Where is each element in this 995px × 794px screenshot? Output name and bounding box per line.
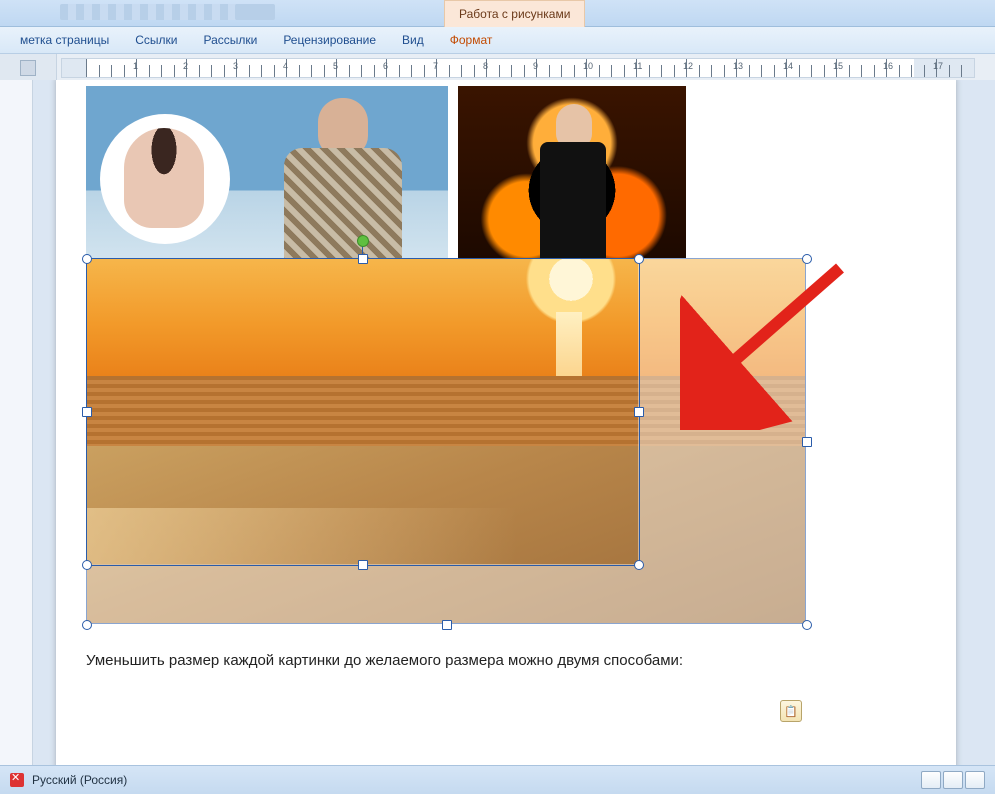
tab-review[interactable]: Рецензирование <box>283 33 376 47</box>
ruler-number: 7 <box>433 61 438 71</box>
ruler-number: 11 <box>633 61 642 71</box>
resize-handle-n[interactable] <box>358 254 368 264</box>
resize-handle-se[interactable] <box>634 560 644 570</box>
portrait-woman <box>534 104 612 266</box>
horizontal-ruler[interactable]: 1234567891011121314151617 <box>61 58 975 78</box>
paste-options-button[interactable] <box>780 700 802 722</box>
title-bar: Работа с рисунками <box>0 0 995 27</box>
ruler-number: 12 <box>683 61 693 71</box>
title-blur <box>60 4 240 20</box>
outer-handle-e[interactable] <box>802 437 812 447</box>
inserted-image-sunset[interactable] <box>86 258 806 624</box>
inserted-image-1[interactable] <box>86 86 448 276</box>
inserted-image-2[interactable] <box>458 86 686 276</box>
ruler-number: 14 <box>783 61 793 71</box>
selected-image-wrap <box>86 258 926 624</box>
view-print-layout-button[interactable] <box>921 771 941 789</box>
image-row <box>86 86 926 276</box>
spellcheck-icon[interactable] <box>10 773 24 787</box>
outer-handle-se[interactable] <box>802 620 812 630</box>
vertical-ruler[interactable] <box>0 80 33 766</box>
ruler-number: 6 <box>383 61 388 71</box>
ruler-number: 13 <box>733 61 743 71</box>
status-language[interactable]: Русский (Россия) <box>32 773 127 787</box>
ruler-number: 16 <box>883 61 893 71</box>
outer-handle-ne[interactable] <box>802 254 812 264</box>
resize-handle-ne[interactable] <box>634 254 644 264</box>
tab-mailings[interactable]: Рассылки <box>203 33 257 47</box>
portrait-man <box>260 92 420 274</box>
ruler-number: 3 <box>233 61 238 71</box>
ribbon-tabs: метка страницы Ссылки Рассылки Рецензиро… <box>0 27 995 54</box>
ruler-number: 8 <box>483 61 488 71</box>
tab-view[interactable]: Вид <box>402 33 424 47</box>
ruler-number: 15 <box>833 61 843 71</box>
sea-band <box>86 376 806 456</box>
ruler-number: 2 <box>183 61 188 71</box>
resize-handle-e[interactable] <box>634 407 644 417</box>
ruler-number: 17 <box>933 61 943 71</box>
rotate-handle[interactable] <box>357 235 369 247</box>
ruler-number: 4 <box>283 61 288 71</box>
resize-handle-sw[interactable] <box>82 560 92 570</box>
status-bar: Русский (Россия) <box>0 765 995 794</box>
ruler-margin-left <box>62 59 86 77</box>
resize-handle-nw[interactable] <box>82 254 92 264</box>
ruler-number: 10 <box>583 61 593 71</box>
ruler-number: 1 <box>133 61 138 71</box>
ruler-number: 9 <box>533 61 538 71</box>
title-blur <box>235 4 275 20</box>
outer-handle-sw[interactable] <box>82 620 92 630</box>
ruler-anchor-icon[interactable] <box>20 60 36 76</box>
view-web-layout-button[interactable] <box>965 771 985 789</box>
view-buttons <box>921 771 985 789</box>
tab-page-layout[interactable]: метка страницы <box>20 33 109 47</box>
document-workspace: Уменьшить размер каждой картинки до жела… <box>0 80 995 766</box>
view-full-screen-button[interactable] <box>943 771 963 789</box>
ruler-number: 5 <box>333 61 338 71</box>
outer-handle-s[interactable] <box>442 620 452 630</box>
body-text[interactable]: Уменьшить размер каждой картинки до жела… <box>86 652 926 669</box>
resize-handle-w[interactable] <box>82 407 92 417</box>
document-page[interactable]: Уменьшить размер каждой картинки до жела… <box>56 80 956 766</box>
ruler-corner <box>0 54 57 82</box>
tab-references[interactable]: Ссылки <box>135 33 177 47</box>
wet-sand <box>86 508 806 564</box>
tab-format[interactable]: Формат <box>450 33 493 47</box>
portrait-circle <box>100 114 230 244</box>
contextual-tab-picture-tools[interactable]: Работа с рисунками <box>444 0 585 27</box>
resize-handle-s[interactable] <box>358 560 368 570</box>
horizontal-ruler-container: 1234567891011121314151617 <box>0 54 995 83</box>
